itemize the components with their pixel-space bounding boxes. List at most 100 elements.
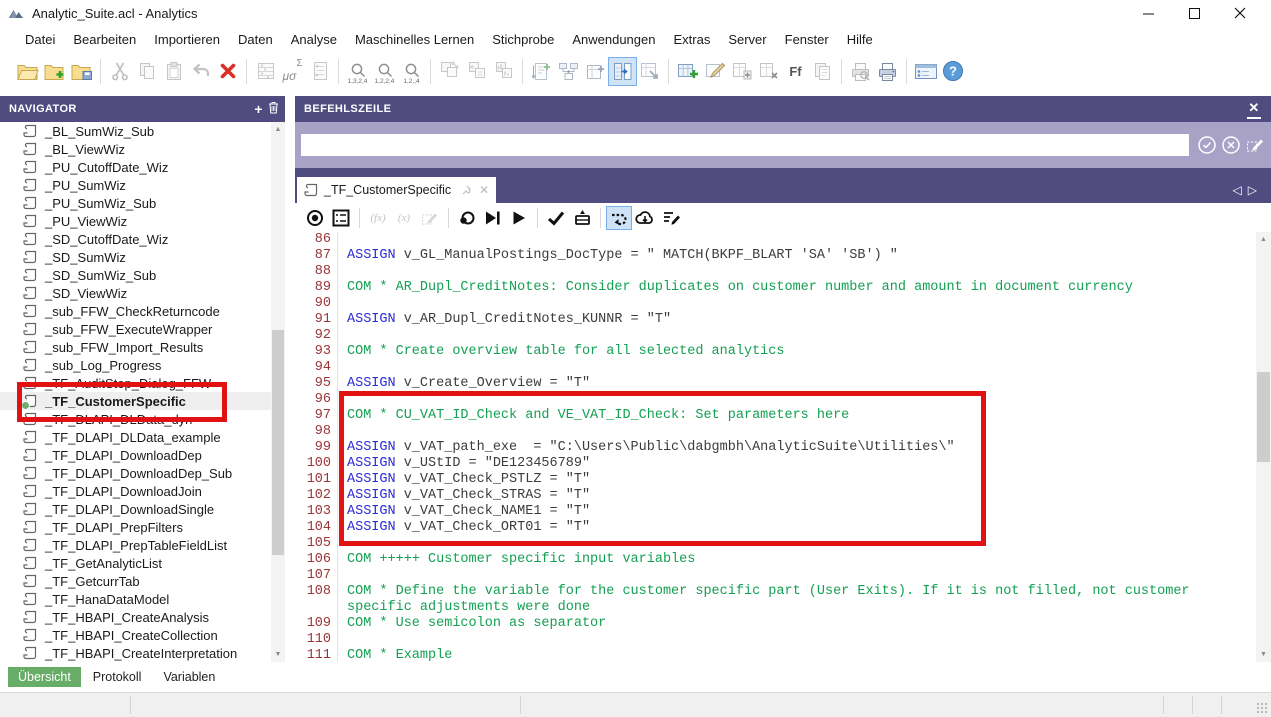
summarize-icon[interactable] [582, 58, 609, 85]
open-project-icon[interactable] [14, 58, 41, 85]
tree-item[interactable]: _TF_HanaDataModel [0, 590, 271, 608]
tree-item[interactable]: _PU_CutoffDate_Wiz [0, 158, 271, 176]
menu-server[interactable]: Server [719, 28, 775, 51]
command-input[interactable] [301, 134, 1189, 156]
script-editor[interactable]: 86 87ASSIGN v_GL_ManualPostings_DocType … [295, 232, 1256, 692]
look-for-gaps-icon[interactable]: 1,2,2,4 [371, 58, 398, 85]
tree-item[interactable]: _PU_SumWiz_Sub [0, 194, 271, 212]
tree-item[interactable]: _sub_FFW_Import_Results [0, 338, 271, 356]
tree-item[interactable]: _TF_DLAPI_DownloadJoin [0, 482, 271, 500]
edit-table-layout-icon[interactable] [701, 58, 728, 85]
code-line[interactable]: 90 [295, 296, 1256, 312]
syntax-check-icon[interactable] [544, 207, 568, 229]
undo-icon[interactable] [187, 58, 214, 85]
tree-item[interactable]: _BL_SumWiz_Sub [0, 122, 271, 140]
options-icon[interactable] [912, 58, 939, 85]
menu-analyse[interactable]: Analyse [282, 28, 346, 51]
tab-tf-customerspecific[interactable]: _TF_CustomerSpecific ✕ [297, 177, 496, 203]
step-icon[interactable] [455, 207, 479, 229]
tree-item[interactable]: _TF_DLAPI_DLData_dyn [0, 410, 271, 428]
navigator-scrollbar[interactable]: ▲ ▼ [271, 122, 285, 662]
tree-item[interactable]: _TF_HBAPI_CreateAnalysis [0, 608, 271, 626]
code-line[interactable]: 95ASSIGN v_Create_Overview = "T" [295, 376, 1256, 392]
menu-daten[interactable]: Daten [229, 28, 282, 51]
code-line[interactable]: 99ASSIGN v_VAT_path_exe = "C:\Users\Publ… [295, 440, 1256, 456]
save-project-icon[interactable] [68, 58, 95, 85]
tree-item[interactable]: _TF_DLAPI_PrepTableFieldList [0, 536, 271, 554]
tab-uebersicht[interactable]: Übersicht [8, 667, 81, 687]
maximize-button[interactable] [1171, 0, 1217, 26]
clear-command-icon[interactable] [1219, 133, 1243, 157]
look-for-duplicates-icon[interactable]: 1,3,2,4 [344, 58, 371, 85]
tab-scroll-arrows[interactable]: ◁▷ [1233, 183, 1263, 197]
code-line[interactable]: 109COM * Use semicolon as separator [295, 616, 1256, 632]
editor-scroll-up-icon[interactable]: ▲ [1256, 232, 1271, 247]
new-table-icon[interactable] [674, 58, 701, 85]
tree-item[interactable]: _SD_SumWiz_Sub [0, 266, 271, 284]
editor-scrollbar[interactable]: ▲ ▼ [1256, 232, 1271, 662]
copy-view-icon[interactable] [809, 58, 836, 85]
menu-extras[interactable]: Extras [664, 28, 719, 51]
code-line[interactable]: 87ASSIGN v_GL_ManualPostings_DocType = "… [295, 248, 1256, 264]
add-column-icon[interactable] [728, 58, 755, 85]
tree-item[interactable]: _TF_CustomerSpecific [0, 392, 271, 410]
tree-item[interactable]: _TF_DLAPI_DownloadDep_Sub [0, 464, 271, 482]
close-button[interactable] [1217, 0, 1263, 26]
code-line[interactable]: 108COM * Define the variable for the cus… [295, 584, 1256, 616]
tree-item[interactable]: _sub_FFW_ExecuteWrapper [0, 320, 271, 338]
code-line[interactable]: 107 [295, 568, 1256, 584]
minimize-button[interactable] [1125, 0, 1171, 26]
tree-item[interactable]: _SD_ViewWiz [0, 284, 271, 302]
code-line[interactable]: 106COM +++++ Customer specific input var… [295, 552, 1256, 568]
menu-bearbeiten[interactable]: Bearbeiten [64, 28, 145, 51]
statistics-icon[interactable]: Σμσ [279, 58, 306, 85]
code-line[interactable]: 92 [295, 328, 1256, 344]
join-tables-icon[interactable] [609, 58, 636, 85]
tree-item[interactable]: _TF_DLAPI_PrepFilters [0, 518, 271, 536]
tree-item[interactable]: _PU_ViewWiz [0, 212, 271, 230]
editor-scrollbar-thumb[interactable] [1257, 372, 1270, 462]
code-line[interactable]: 91ASSIGN v_AR_Dupl_CreditNotes_KUNNR = "… [295, 312, 1256, 328]
scroll-up-icon[interactable]: ▲ [271, 122, 285, 137]
tree-item[interactable]: _TF_DLAPI_DownloadSingle [0, 500, 271, 518]
extract-hierarchy-icon[interactable] [555, 58, 582, 85]
tree-item[interactable]: _TF_DLAPI_DownloadDep [0, 446, 271, 464]
run-to-cursor-icon[interactable] [481, 207, 505, 229]
code-line[interactable]: 104ASSIGN v_VAT_Check_ORT01 = "T" [295, 520, 1256, 536]
add-icon[interactable]: + [254, 101, 263, 117]
tree-item[interactable]: _sub_FFW_CheckReturncode [0, 302, 271, 320]
tree-item[interactable]: _SD_SumWiz [0, 248, 271, 266]
outline-icon[interactable] [329, 207, 353, 229]
menu-hilfe[interactable]: Hilfe [838, 28, 882, 51]
change-font-icon[interactable]: Ff [782, 58, 809, 85]
code-line[interactable]: 105 [295, 536, 1256, 552]
code-line[interactable]: 96 [295, 392, 1256, 408]
panel-close-icon[interactable]: ✕ [1247, 100, 1261, 119]
classify-icon[interactable] [436, 58, 463, 85]
examine-sequence-icon[interactable]: 1,2,,4 [398, 58, 425, 85]
code-line[interactable]: 97COM * CU_VAT_ID_Check and VE_VAT_ID_Ch… [295, 408, 1256, 424]
tree-item[interactable]: _sub_Log_Progress [0, 356, 271, 374]
resize-grip[interactable] [1256, 702, 1268, 714]
profile-icon[interactable] [463, 58, 490, 85]
code-line[interactable]: 94 [295, 360, 1256, 376]
menu-stichprobe[interactable]: Stichprobe [483, 28, 563, 51]
export-view-icon[interactable] [636, 58, 663, 85]
export-analytic-icon[interactable] [570, 207, 594, 229]
edit-selection-icon[interactable] [418, 207, 442, 229]
cut-icon[interactable] [106, 58, 133, 85]
editor-scroll-down-icon[interactable]: ▼ [1256, 647, 1271, 662]
tab-variablen[interactable]: Variablen [153, 667, 225, 687]
histogram-icon[interactable] [490, 58, 517, 85]
remove-column-icon[interactable] [755, 58, 782, 85]
new-item-icon[interactable] [41, 58, 68, 85]
tab-protokoll[interactable]: Protokoll [83, 667, 152, 687]
scroll-down-icon[interactable]: ▼ [271, 647, 285, 662]
code-line[interactable]: 110 [295, 632, 1256, 648]
tab-close-icon[interactable]: ✕ [479, 183, 489, 197]
edit-script-icon[interactable] [659, 207, 683, 229]
menu-importieren[interactable]: Importieren [145, 28, 229, 51]
code-line[interactable]: 93COM * Create overview table for all se… [295, 344, 1256, 360]
menu-anwendungen[interactable]: Anwendungen [563, 28, 664, 51]
tree-item[interactable]: _TF_GetAnalyticList [0, 554, 271, 572]
